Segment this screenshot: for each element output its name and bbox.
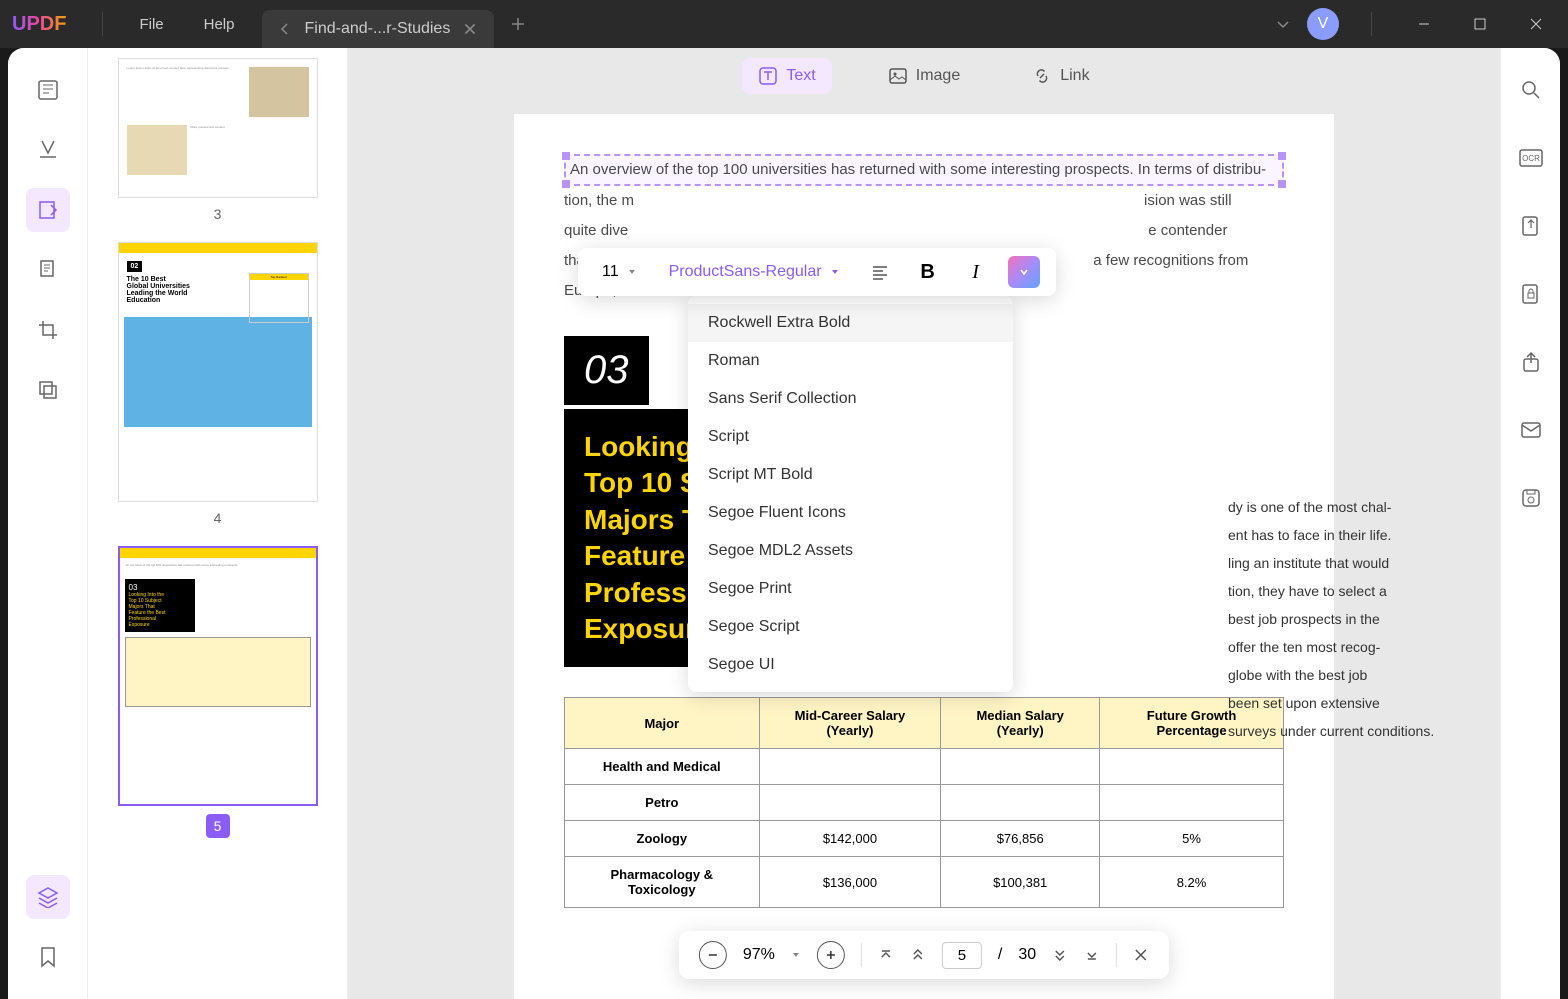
close-tab-icon[interactable] xyxy=(462,21,478,37)
right-sidebar: OCR xyxy=(1500,48,1560,999)
titlebar: UPDF File Help Find-and-...r-Studies V xyxy=(0,0,1568,48)
crop-icon[interactable] xyxy=(26,308,70,352)
bookmark-icon[interactable] xyxy=(26,935,70,979)
link-tool-label: Link xyxy=(1060,67,1089,85)
font-option[interactable]: Segoe Script xyxy=(688,608,1013,646)
thumbnail-4[interactable]: 02 The 10 BestGlobal UniversitiesLeading… xyxy=(108,242,327,526)
font-name-value: ProductSans-Regular xyxy=(669,263,822,281)
selected-text: An overview of the top 100 universities … xyxy=(570,161,1266,178)
data-table: Major Mid-Career Salary (Yearly) Median … xyxy=(564,697,1284,908)
align-button[interactable] xyxy=(864,256,896,288)
text-format-toolbar: 11 ProductSans-Regular B I xyxy=(578,248,1056,296)
table-header: Median Salary (Yearly) xyxy=(941,698,1100,749)
table-row: Petro xyxy=(565,785,1284,821)
section-body-text: dy is one of the most chal- ent has to f… xyxy=(1228,493,1500,745)
font-size-value: 11 xyxy=(602,263,619,281)
zoom-level[interactable]: 97% xyxy=(743,946,775,964)
chevron-down-icon[interactable] xyxy=(1275,16,1291,32)
font-option[interactable]: Sans Serif Collection xyxy=(688,380,1013,418)
thumbnail-5[interactable]: An overview of the top 100 universities … xyxy=(108,546,327,838)
image-tool-label: Image xyxy=(916,67,960,85)
convert-icon[interactable] xyxy=(1509,204,1553,248)
font-option[interactable]: Segoe MDL2 Assets xyxy=(688,532,1013,570)
chevron-down-icon xyxy=(627,267,637,277)
layers-icon[interactable] xyxy=(26,875,70,919)
thumb-num-5: 5 xyxy=(206,814,230,838)
section-badge: 03 xyxy=(564,336,649,405)
font-name-selector[interactable]: ProductSans-Regular xyxy=(661,259,848,285)
svg-text:OCR: OCR xyxy=(1522,154,1540,163)
font-option[interactable]: Roman xyxy=(688,342,1013,380)
bottom-toolbar: 97% / 30 xyxy=(679,931,1169,979)
share-icon[interactable] xyxy=(1509,340,1553,384)
table-row: Pharmacology & Toxicology$136,000$100,38… xyxy=(565,857,1284,908)
first-page-icon[interactable] xyxy=(910,947,926,963)
bold-button[interactable]: B xyxy=(912,256,944,288)
italic-button[interactable]: I xyxy=(960,256,992,288)
page-separator: / xyxy=(998,946,1002,964)
close-window-button[interactable] xyxy=(1516,4,1556,44)
search-icon[interactable] xyxy=(1509,68,1553,112)
selected-text-block[interactable]: An overview of the top 100 universities … xyxy=(564,154,1284,186)
left-sidebar xyxy=(8,48,88,999)
titlebar-right: V xyxy=(1275,4,1556,44)
copy-icon[interactable] xyxy=(26,368,70,412)
zoom-out-button[interactable] xyxy=(699,941,727,969)
zoom-dropdown-icon[interactable] xyxy=(791,950,801,960)
zoom-in-button[interactable] xyxy=(817,941,845,969)
table-row: Health and Medical xyxy=(565,749,1284,785)
user-avatar[interactable]: V xyxy=(1307,8,1339,40)
tab-title: Find-and-...r-Studies xyxy=(304,20,450,38)
prev-page-icon[interactable] xyxy=(878,947,894,963)
menu-help[interactable]: Help xyxy=(184,16,255,33)
lock-icon[interactable] xyxy=(1509,272,1553,316)
app-logo: UPDF xyxy=(12,13,66,36)
edit-tool-icon[interactable] xyxy=(26,188,70,232)
image-tool-button[interactable]: Image xyxy=(872,58,976,94)
font-option[interactable]: Script xyxy=(688,418,1013,456)
font-dropdown: Rockwell Extra Bold Roman Sans Serif Col… xyxy=(688,296,1013,692)
font-option[interactable]: Script MT Bold xyxy=(688,456,1013,494)
text-tool-button[interactable]: Text xyxy=(742,58,831,94)
link-tool-button[interactable]: Link xyxy=(1016,58,1105,94)
menu-file[interactable]: File xyxy=(119,16,183,33)
color-picker-button[interactable] xyxy=(1008,256,1040,288)
font-option[interactable]: Rockwell Extra Bold xyxy=(688,304,1013,342)
top-toolbar: Text Image Link xyxy=(348,48,1500,104)
divider xyxy=(102,12,103,36)
thumb-num-4: 4 xyxy=(108,510,327,526)
thumbnail-panel: Lorem ipsum dolor sit amet text content … xyxy=(88,48,348,999)
font-size-selector[interactable]: 11 xyxy=(594,259,645,285)
chevron-down-icon xyxy=(830,267,840,277)
chevron-left-icon xyxy=(278,22,292,36)
maximize-button[interactable] xyxy=(1460,4,1500,44)
email-icon[interactable] xyxy=(1509,408,1553,452)
text-tool-label: Text xyxy=(786,67,815,85)
ocr-icon[interactable]: OCR xyxy=(1509,136,1553,180)
next-page-icon[interactable] xyxy=(1052,947,1068,963)
main-area: Lorem ipsum dolor sit amet text content … xyxy=(8,48,1560,999)
document-tab[interactable]: Find-and-...r-Studies xyxy=(262,10,494,48)
table-header: Mid-Career Salary (Yearly) xyxy=(759,698,941,749)
minimize-button[interactable] xyxy=(1404,4,1444,44)
thumbnail-3[interactable]: Lorem ipsum dolor sit amet text content … xyxy=(108,58,327,222)
pages-icon[interactable] xyxy=(26,248,70,292)
table-row: Zoology$142,000$76,8565% xyxy=(565,821,1284,857)
add-tab-icon[interactable] xyxy=(510,16,526,32)
font-option[interactable]: Segoe Print xyxy=(688,570,1013,608)
last-page-icon[interactable] xyxy=(1084,947,1100,963)
total-pages: 30 xyxy=(1018,946,1036,964)
table-header: Major xyxy=(565,698,760,749)
page-input[interactable] xyxy=(942,942,982,969)
bookmark-nav-icon[interactable] xyxy=(26,128,70,172)
thumbnails-icon[interactable] xyxy=(26,68,70,112)
thumb-num-3: 3 xyxy=(108,206,327,222)
divider xyxy=(1371,12,1372,36)
save-icon[interactable] xyxy=(1509,476,1553,520)
font-option[interactable]: Segoe Fluent Icons xyxy=(688,494,1013,532)
font-option[interactable]: Segoe UI xyxy=(688,646,1013,684)
close-toolbar-icon[interactable] xyxy=(1133,947,1149,963)
